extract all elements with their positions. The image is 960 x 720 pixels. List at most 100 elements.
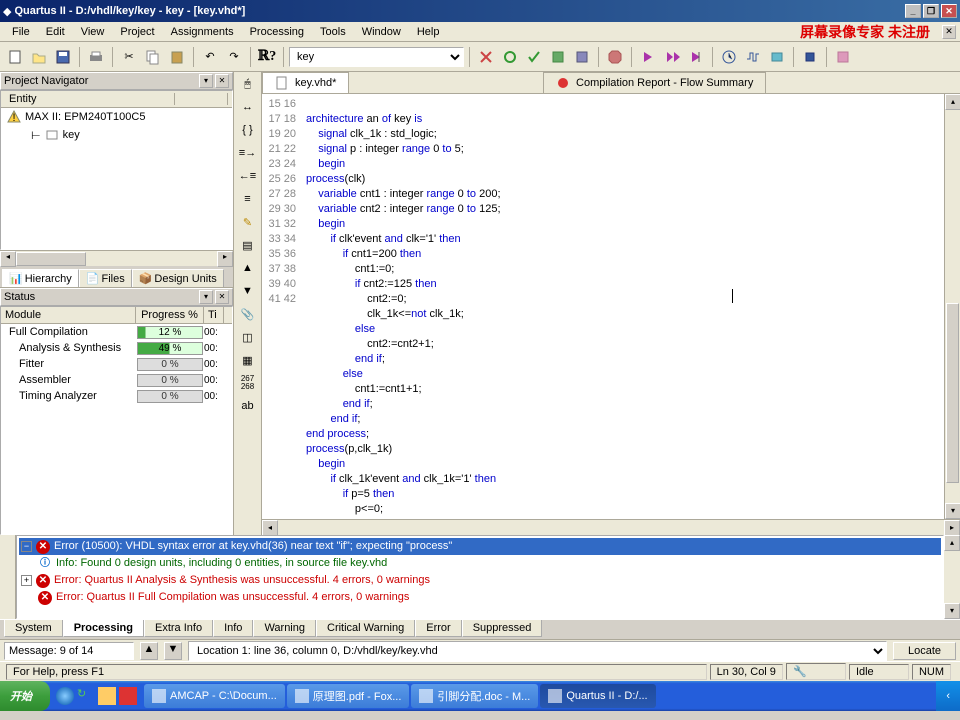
- message-tab-extra-info[interactable]: Extra Info: [144, 620, 213, 637]
- message-area[interactable]: −✕Error (10500): VHDL syntax error at ke…: [16, 535, 944, 619]
- message-tab-processing[interactable]: Processing: [63, 620, 144, 637]
- taskbar-button[interactable]: 原理图.pdf - Fox...: [287, 684, 410, 708]
- code-editor[interactable]: 15 16 17 18 19 20 21 22 23 24 25 26 27 2…: [262, 94, 944, 519]
- message-tab-error[interactable]: Error: [415, 620, 461, 637]
- message-line[interactable]: ⓘInfo: Found 0 design units, including 0…: [19, 555, 941, 572]
- prev-message-icon[interactable]: ▲: [140, 642, 158, 660]
- undo-icon[interactable]: ↶: [199, 46, 221, 68]
- close-button[interactable]: ✕: [941, 4, 957, 18]
- chip-icon[interactable]: [799, 46, 821, 68]
- menu-view[interactable]: View: [73, 24, 113, 40]
- select-icon[interactable]: 🖱: [237, 74, 259, 94]
- tab-key-vhd[interactable]: key.vhd*: [262, 72, 349, 93]
- entity-selector[interactable]: key: [289, 47, 464, 67]
- status-row[interactable]: Timing Analyzer0 %00:: [1, 388, 232, 404]
- new-file-icon[interactable]: [4, 46, 26, 68]
- tray-icon[interactable]: ‹: [946, 690, 950, 702]
- code-content[interactable]: architecture an of key is signal clk_1k …: [302, 94, 944, 519]
- system-tray[interactable]: ‹: [936, 681, 960, 711]
- stop-icon[interactable]: [604, 46, 626, 68]
- menu-assignments[interactable]: Assignments: [163, 24, 242, 40]
- message-tab-info[interactable]: Info: [213, 620, 253, 637]
- cut-icon[interactable]: ✂: [118, 46, 140, 68]
- taskbar-button[interactable]: Quartus II - D:/...: [540, 684, 655, 708]
- folder-icon[interactable]: [98, 687, 116, 705]
- paste-icon[interactable]: [166, 46, 188, 68]
- menu-file[interactable]: File: [4, 24, 38, 40]
- save-icon[interactable]: [52, 46, 74, 68]
- next-bookmark-icon[interactable]: ▼: [237, 281, 259, 301]
- menu-processing[interactable]: Processing: [242, 24, 312, 40]
- taskbar-button[interactable]: 引脚分配.doc - M...: [411, 684, 538, 708]
- list-icon[interactable]: ≡: [237, 189, 259, 209]
- open-file-icon[interactable]: [28, 46, 50, 68]
- compile-step-icon[interactable]: [661, 46, 683, 68]
- panel-minimize-icon[interactable]: ▾: [199, 74, 213, 88]
- message-tab-suppressed[interactable]: Suppressed: [462, 620, 543, 637]
- context-help-icon[interactable]: ℝ?: [256, 46, 278, 68]
- settings-icon[interactable]: [475, 46, 497, 68]
- hscroll[interactable]: ◂▸: [0, 250, 233, 266]
- message-line[interactable]: +✕Error: Quartus II Analysis & Synthesis…: [19, 572, 941, 589]
- message-line[interactable]: −✕Error (10500): VHDL syntax error at ke…: [19, 538, 941, 555]
- status-row[interactable]: Analysis & Synthesis49 %00:: [1, 340, 232, 356]
- redo-icon[interactable]: ↷: [223, 46, 245, 68]
- locate-button[interactable]: Locate: [893, 642, 956, 660]
- brackets-icon[interactable]: { }: [237, 120, 259, 140]
- outdent-icon[interactable]: ←≡: [237, 166, 259, 186]
- line-number-icon[interactable]: 267 268: [237, 373, 259, 393]
- entity-name[interactable]: key: [63, 129, 80, 141]
- clip-icon[interactable]: 📎: [237, 304, 259, 324]
- mdi-close-button[interactable]: ✕: [942, 25, 956, 39]
- tab-hierarchy[interactable]: 📊Hierarchy: [2, 269, 79, 287]
- status-row[interactable]: Fitter0 %00:: [1, 356, 232, 372]
- panel-close-icon[interactable]: ✕: [215, 74, 229, 88]
- menu-edit[interactable]: Edit: [38, 24, 73, 40]
- message-tab-critical-warning[interactable]: Critical Warning: [316, 620, 415, 637]
- status-row[interactable]: Full Compilation12 %00:: [1, 324, 232, 340]
- compile-icon[interactable]: [637, 46, 659, 68]
- taskbar-button[interactable]: AMCAP - C:\Docum...: [144, 684, 285, 708]
- minimize-button[interactable]: _: [905, 4, 921, 18]
- start-button[interactable]: 开始: [0, 681, 50, 711]
- waveform-icon[interactable]: [742, 46, 764, 68]
- highlight-icon[interactable]: ✎: [237, 212, 259, 232]
- status-minimize-icon[interactable]: ▾: [199, 290, 213, 304]
- timing-icon[interactable]: [718, 46, 740, 68]
- menu-tools[interactable]: Tools: [312, 24, 354, 40]
- tab-design-units[interactable]: 📦Design Units: [132, 269, 224, 287]
- entity-tree[interactable]: Entity ! MAX II: EPM240T100C5 ⊢ key: [0, 90, 233, 250]
- ab-text-icon[interactable]: ab: [237, 396, 259, 416]
- indent-icon[interactable]: ≡→: [237, 143, 259, 163]
- message-tab-system[interactable]: System: [4, 620, 63, 637]
- vscroll[interactable]: ▴ ▾: [944, 94, 960, 519]
- prev-bookmark-icon[interactable]: ▲: [237, 258, 259, 278]
- menu-help[interactable]: Help: [409, 24, 448, 40]
- app-icon[interactable]: [119, 687, 137, 705]
- comment-icon[interactable]: ◫: [237, 327, 259, 347]
- assignment-icon[interactable]: [499, 46, 521, 68]
- expand-icon[interactable]: −: [21, 541, 32, 552]
- compile-arrow-icon[interactable]: [685, 46, 707, 68]
- check-icon[interactable]: [523, 46, 545, 68]
- gate-icon[interactable]: [766, 46, 788, 68]
- location-field[interactable]: Location 1: line 36, column 0, D:/vhdl/k…: [188, 641, 887, 661]
- tab-compilation-report[interactable]: Compilation Report - Flow Summary: [543, 72, 766, 93]
- print-icon[interactable]: [85, 46, 107, 68]
- editor-hscroll[interactable]: ◂▸: [262, 519, 960, 535]
- device-label[interactable]: MAX II: EPM240T100C5: [25, 111, 145, 123]
- db-icon[interactable]: [571, 46, 593, 68]
- status-close-icon[interactable]: ✕: [215, 290, 229, 304]
- copy-icon[interactable]: [142, 46, 164, 68]
- ab-icon[interactable]: ↔: [237, 97, 259, 117]
- pin-icon[interactable]: [547, 46, 569, 68]
- menu-project[interactable]: Project: [112, 24, 162, 40]
- refresh-icon[interactable]: ↻: [77, 687, 95, 705]
- message-line[interactable]: ✕Error: Quartus II Full Compilation was …: [19, 589, 941, 606]
- uncomment-icon[interactable]: ▦: [237, 350, 259, 370]
- bookmark-icon[interactable]: ▤: [237, 235, 259, 255]
- menu-window[interactable]: Window: [354, 24, 409, 40]
- next-message-icon[interactable]: ▼: [164, 642, 182, 660]
- status-row[interactable]: Assembler0 %00:: [1, 372, 232, 388]
- ie-icon[interactable]: [56, 687, 74, 705]
